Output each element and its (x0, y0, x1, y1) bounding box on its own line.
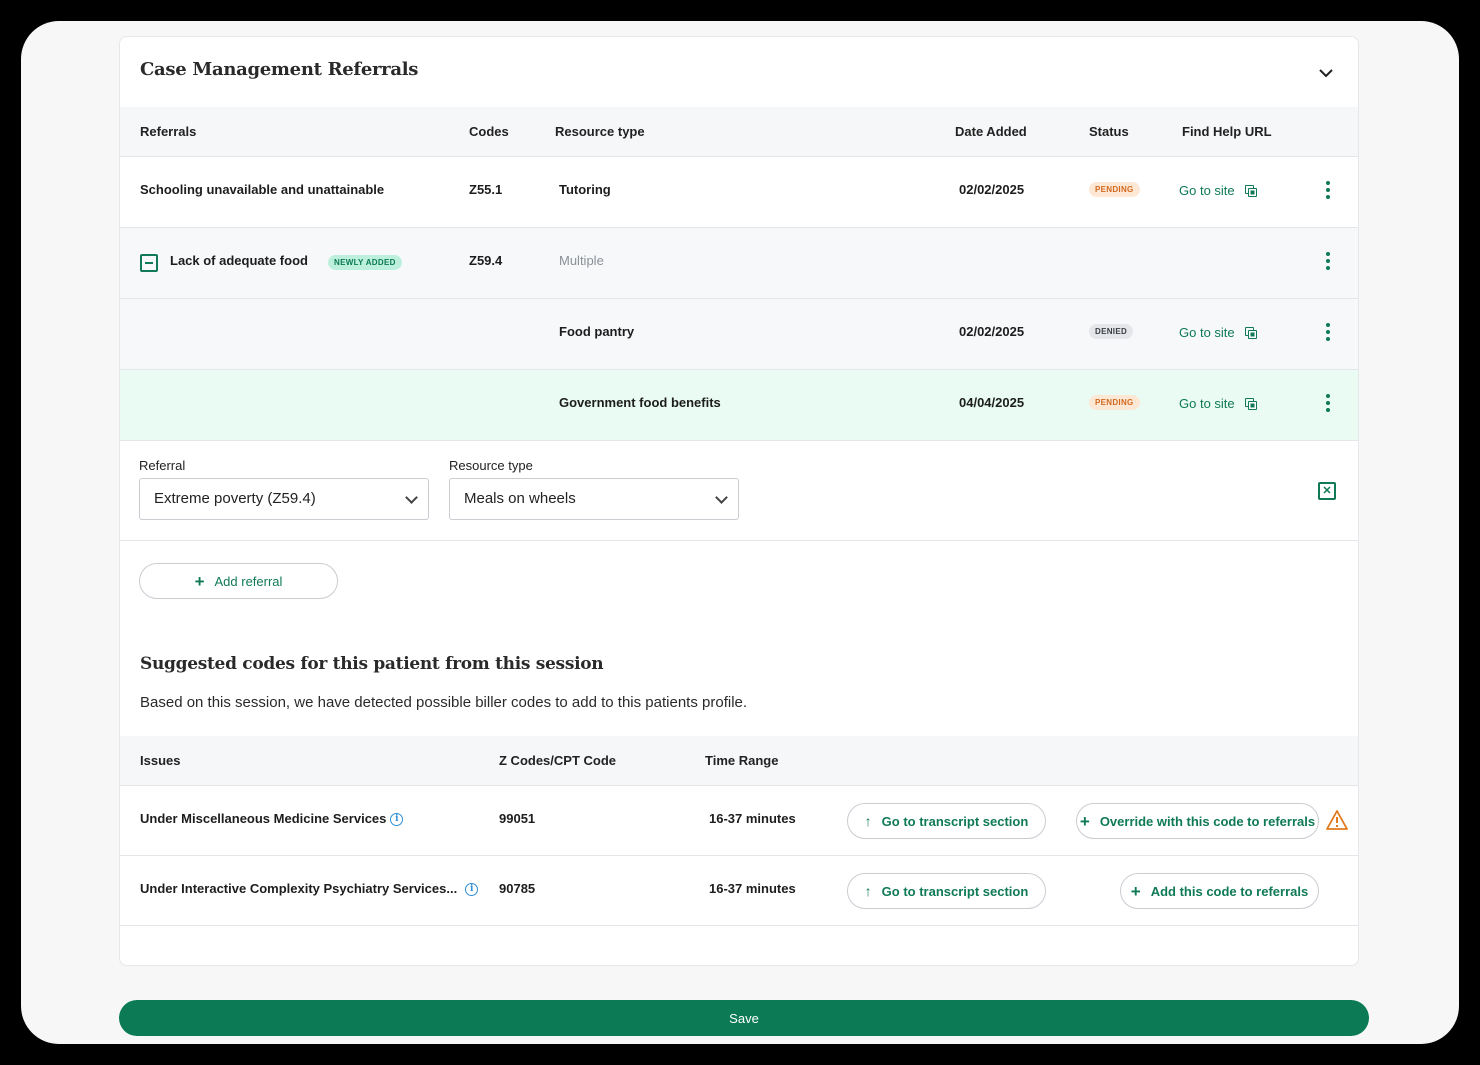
date-added: 04/04/2025 (959, 395, 1025, 410)
go-to-site-link[interactable]: Go to site (1179, 396, 1257, 411)
referral-code: Z55.1 (469, 182, 503, 197)
resource-type: Tutoring (559, 182, 611, 197)
referral-name: Lack of adequate food (170, 253, 308, 268)
override-code-button[interactable]: + Override with this code to referrals (1076, 803, 1319, 839)
go-to-site-label: Go to site (1179, 325, 1235, 340)
add-code-button[interactable]: + Add this code to referrals (1120, 873, 1319, 909)
col-z-codes: Z Codes/CPT Code (499, 753, 617, 768)
col-status: Status (1089, 124, 1129, 139)
referral-select[interactable]: Extreme poverty (Z59.4) (139, 478, 429, 520)
case-management-card: Case Management Referrals Referrals Code… (119, 36, 1359, 966)
info-icon[interactable]: i (465, 883, 479, 897)
plus-icon: + (1130, 881, 1141, 901)
chevron-down-icon (405, 491, 418, 504)
suggested-codes-title: Suggested codes for this patient from th… (140, 654, 604, 674)
add-referral-label: Add referral (214, 573, 283, 589)
date-added: 02/02/2025 (959, 324, 1025, 339)
more-options-icon[interactable] (1324, 394, 1332, 414)
card-title: Case Management Referrals (140, 59, 419, 80)
go-to-transcript-button[interactable]: ↑ Go to transcript section (847, 873, 1046, 909)
go-to-transcript-button[interactable]: ↑ Go to transcript section (847, 803, 1046, 839)
resource-type: Multiple (559, 253, 604, 268)
arrow-up-icon: ↑ (864, 813, 872, 829)
new-referral-form: Referral Extreme poverty (Z59.4) Resourc… (120, 440, 1358, 541)
plus-icon: + (1079, 811, 1090, 831)
suggested-table-header: Issues Z Codes/CPT Code Time Range (120, 736, 1358, 786)
save-button[interactable]: Save (119, 1000, 1369, 1036)
table-row: Schooling unavailable and unattainable Z… (120, 157, 1358, 228)
col-find-help-url: Find Help URL (1182, 124, 1272, 139)
copy-icon[interactable] (1244, 327, 1257, 339)
col-codes: Codes (469, 124, 509, 139)
app-viewport: Case Management Referrals Referrals Code… (21, 21, 1459, 1044)
issue-code: 90785 (499, 881, 536, 896)
date-added: 02/02/2025 (959, 182, 1025, 197)
resource-type: Food pantry (559, 324, 635, 339)
col-issues: Issues (140, 753, 181, 768)
status-badge: PENDING (1089, 182, 1140, 197)
issue-label: Under Interactive Complexity Psychiatry … (140, 881, 458, 896)
issue-label: Under Miscellaneous Medicine Services (140, 811, 387, 826)
card-header: Case Management Referrals (120, 37, 1358, 107)
time-range: 16-37 minutes (709, 881, 796, 896)
go-to-transcript-label: Go to transcript section (881, 813, 1029, 829)
issue-name: Under Interactive Complexity Psychiatry … (140, 881, 479, 897)
table-row: Under Interactive Complexity Psychiatry … (120, 856, 1358, 926)
referrals-table-header: Referrals Codes Resource type Date Added… (120, 107, 1358, 157)
add-code-label: Add this code to referrals (1150, 883, 1309, 899)
referral-select-value: Extreme poverty (Z59.4) (154, 490, 316, 507)
go-to-site-label: Go to site (1179, 183, 1235, 198)
more-options-icon[interactable] (1324, 181, 1332, 201)
go-to-transcript-label: Go to transcript section (881, 883, 1029, 899)
collapse-group-icon[interactable] (140, 254, 158, 272)
override-code-label: Override with this code to referrals (1099, 813, 1316, 829)
remove-row-icon[interactable]: ✕ (1318, 482, 1336, 500)
col-date-added: Date Added (955, 124, 1027, 139)
table-row: Lack of adequate food NEWLY ADDED Z59.4 … (120, 228, 1358, 299)
go-to-site-label: Go to site (1179, 396, 1235, 411)
resource-type-field-label: Resource type (449, 458, 533, 473)
more-options-icon[interactable] (1324, 323, 1332, 343)
suggested-codes-description: Based on this session, we have detected … (140, 694, 748, 711)
plus-icon: + (194, 571, 205, 591)
table-row: Government food benefits 04/04/2025 PEND… (120, 370, 1358, 441)
referral-field-label: Referral (139, 458, 186, 473)
chevron-down-icon (715, 491, 728, 504)
chevron-down-icon[interactable] (1316, 63, 1336, 83)
resource-type-select[interactable]: Meals on wheels (449, 478, 739, 520)
more-options-icon[interactable] (1324, 252, 1332, 272)
arrow-up-icon: ↑ (864, 883, 872, 899)
newly-added-badge: NEWLY ADDED (328, 255, 402, 270)
referral-code: Z59.4 (469, 253, 503, 268)
status-badge: PENDING (1089, 395, 1140, 410)
warning-icon (1326, 810, 1348, 830)
copy-icon[interactable] (1244, 398, 1257, 410)
issue-name: Under Miscellaneous Medicine Services i (140, 811, 404, 827)
table-row: Food pantry 02/02/2025 DENIED Go to site (120, 299, 1358, 370)
issue-code: 99051 (499, 811, 536, 826)
col-referrals: Referrals (140, 124, 197, 139)
col-resource-type: Resource type (555, 124, 645, 139)
table-row: Under Miscellaneous Medicine Services i 9… (120, 786, 1358, 856)
add-referral-button[interactable]: + Add referral (139, 563, 338, 599)
go-to-site-link[interactable]: Go to site (1179, 183, 1257, 198)
status-badge: DENIED (1089, 324, 1134, 339)
copy-icon[interactable] (1244, 185, 1257, 197)
time-range: 16-37 minutes (709, 811, 796, 826)
referral-name: Schooling unavailable and unattainable (140, 182, 385, 197)
resource-type-select-value: Meals on wheels (464, 490, 576, 507)
col-time-range: Time Range (705, 753, 779, 768)
go-to-site-link[interactable]: Go to site (1179, 325, 1257, 340)
info-icon[interactable]: i (390, 813, 404, 827)
resource-type: Government food benefits (559, 395, 721, 410)
